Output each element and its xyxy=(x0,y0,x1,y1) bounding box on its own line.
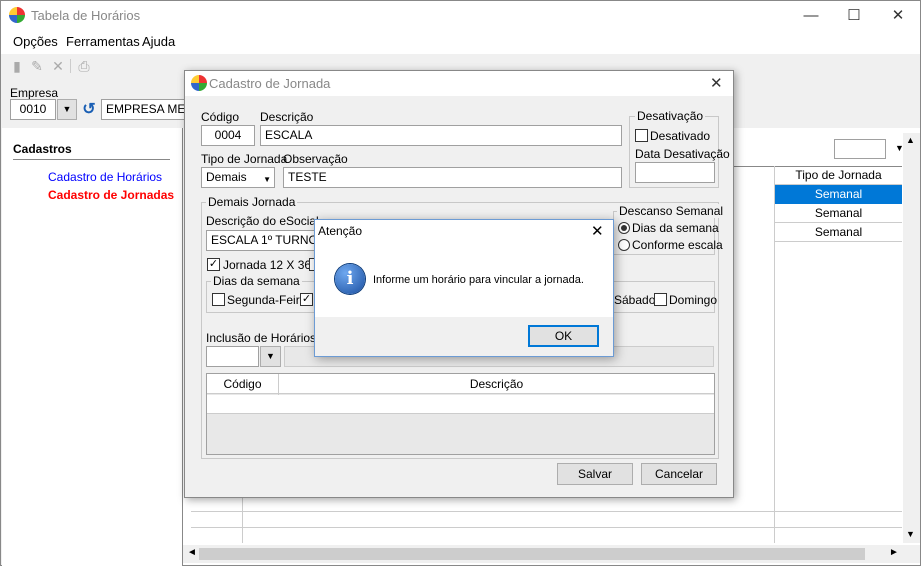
table-col-codigo[interactable]: Código xyxy=(207,377,278,391)
data-desativacao-field[interactable] xyxy=(635,162,715,183)
table-row[interactable] xyxy=(207,395,714,414)
table-col-descricao[interactable]: Descrição xyxy=(279,377,714,391)
scroll-thumb[interactable] xyxy=(199,548,865,560)
conforme-escala-label: Conforme escala xyxy=(632,238,723,252)
dialog-app-icon xyxy=(191,75,207,91)
dias-semana-radio-label: Dias da semana xyxy=(632,221,719,235)
chevron-down-icon: ▼ xyxy=(62,104,72,114)
grid-row[interactable]: Semanal xyxy=(775,204,902,223)
minimize-button[interactable]: — xyxy=(796,5,826,27)
sidebar-divider xyxy=(13,159,170,160)
desativado-label: Desativado xyxy=(650,129,711,143)
window-title: Tabela de Horários xyxy=(31,8,141,23)
segunda-checkbox[interactable] xyxy=(212,293,225,306)
dialog-close-button[interactable]: ✕ xyxy=(710,74,723,92)
menu-opcoes[interactable]: Opções xyxy=(13,34,58,49)
domingo-label: Domingo xyxy=(669,293,718,307)
atencao-alert: Atenção ✕ i Informe um horário para vinc… xyxy=(314,219,614,357)
observacao-label: Observação xyxy=(283,152,348,166)
tipo-jornada-value: Demais xyxy=(206,170,247,184)
ok-button[interactable]: OK xyxy=(528,325,599,347)
empresa-dropdown-button[interactable]: ▼ xyxy=(57,99,77,120)
codigo-label: Código xyxy=(201,110,240,124)
data-desativacao-label: Data Desativação xyxy=(635,147,730,161)
menu-bar: Opções Ferramentas Ajuda xyxy=(1,30,920,54)
empresa-code-field[interactable]: 0010 xyxy=(10,99,56,120)
new-icon[interactable]: ▮ xyxy=(9,58,25,74)
grid-line xyxy=(191,527,902,528)
grid-line xyxy=(191,511,902,512)
grid-row[interactable]: Semanal xyxy=(775,223,902,242)
empresa-label: Empresa xyxy=(10,86,59,100)
alert-message: Informe um horário para vincular a jorna… xyxy=(373,274,584,286)
inclusao-horarios-field[interactable] xyxy=(206,346,259,367)
edit-icon[interactable]: ✎ xyxy=(29,58,45,74)
dias-semana-radio[interactable] xyxy=(618,222,630,234)
esocial-label: Descrição do eSocial xyxy=(206,214,319,228)
menu-ferramentas[interactable]: Ferramentas xyxy=(66,34,140,49)
inclusao-dropdown-button[interactable]: ▼ xyxy=(260,346,281,367)
conforme-escala-radio[interactable] xyxy=(618,239,630,251)
chevron-down-icon: ▼ xyxy=(263,175,271,184)
sidebar-heading: Cadastros xyxy=(13,142,72,156)
info-icon: i xyxy=(335,264,365,294)
grid-filter-field[interactable] xyxy=(834,139,886,159)
jornada-12x36-label: Jornada 12 X 36 xyxy=(223,258,312,272)
maximize-button[interactable]: ☐ xyxy=(839,5,869,27)
alert-title: Atenção xyxy=(318,224,363,238)
menu-ajuda[interactable]: Ajuda xyxy=(142,34,175,49)
scroll-left-icon[interactable]: ◄ xyxy=(187,547,197,558)
title-bar: Tabela de Horários — ☐ ✕ xyxy=(1,1,920,30)
cancelar-button[interactable]: Cancelar xyxy=(641,463,717,485)
dialog-title: Cadastro de Jornada xyxy=(209,76,331,91)
grid-horizontal-scrollbar[interactable]: ◄ ► xyxy=(183,545,920,563)
empresa-name-field: EMPRESA MENSAL xyxy=(101,99,191,120)
grid-column-tipo[interactable]: Tipo de Jornada xyxy=(775,168,902,182)
scroll-right-icon[interactable]: ► xyxy=(889,547,899,558)
descricao-field[interactable]: ESCALA xyxy=(260,125,622,146)
sidebar-item-cadastro-horarios[interactable]: Cadastro de Horários xyxy=(48,170,162,184)
esocial-field[interactable]: ESCALA 1º TURNO xyxy=(206,230,326,251)
app-icon xyxy=(9,7,25,23)
scroll-down-icon[interactable]: ▼ xyxy=(906,529,915,539)
segunda-label: Segunda-Feira xyxy=(227,293,307,307)
delete-icon[interactable]: ✕ xyxy=(50,58,66,74)
scroll-up-icon[interactable]: ▲ xyxy=(906,135,915,145)
demais-jornada-label: Demais Jornada xyxy=(206,195,298,209)
domingo-checkbox[interactable] xyxy=(654,293,667,306)
sidebar: Cadastros Cadastro de Horários Cadastro … xyxy=(2,128,182,566)
tipo-jornada-select[interactable]: Demais ▼ xyxy=(201,167,275,188)
chevron-down-icon: ▼ xyxy=(266,351,275,361)
grid-row-selected[interactable]: Semanal xyxy=(775,185,902,204)
tipo-jornada-label: Tipo de Jornada xyxy=(201,152,288,166)
observacao-field[interactable]: TESTE xyxy=(283,167,622,188)
desativacao-group-label: Desativação xyxy=(635,109,706,123)
salvar-button[interactable]: Salvar xyxy=(557,463,633,485)
horarios-table: Código Descrição xyxy=(206,373,715,455)
toolbar-divider xyxy=(70,59,71,73)
terca-checkbox[interactable]: ✓ xyxy=(300,293,313,306)
jornada-12x36-checkbox[interactable]: ✓ xyxy=(207,258,220,271)
dialog-title-bar: Cadastro de Jornada ✕ xyxy=(185,71,733,96)
codigo-field[interactable]: 0004 xyxy=(201,125,255,146)
desativado-checkbox[interactable] xyxy=(635,129,648,142)
refresh-icon[interactable]: ↺ xyxy=(79,99,99,120)
dias-semana-label: Dias da semana xyxy=(211,274,302,288)
alert-footer: OK xyxy=(315,317,613,356)
sidebar-item-cadastro-jornadas[interactable]: Cadastro de Jornadas xyxy=(48,188,174,202)
print-icon[interactable]: ⎙ xyxy=(76,58,92,74)
inclusao-horarios-label: Inclusão de Horários xyxy=(206,331,317,345)
descanso-semanal-label: Descanso Semanal xyxy=(617,204,726,218)
grid-vertical-scrollbar[interactable]: ▲ ▼ xyxy=(903,133,920,543)
sabado-label: Sábado xyxy=(614,293,656,307)
descricao-label: Descrição xyxy=(260,110,314,124)
close-button[interactable]: ✕ xyxy=(883,5,913,27)
alert-close-button[interactable]: ✕ xyxy=(591,222,604,240)
